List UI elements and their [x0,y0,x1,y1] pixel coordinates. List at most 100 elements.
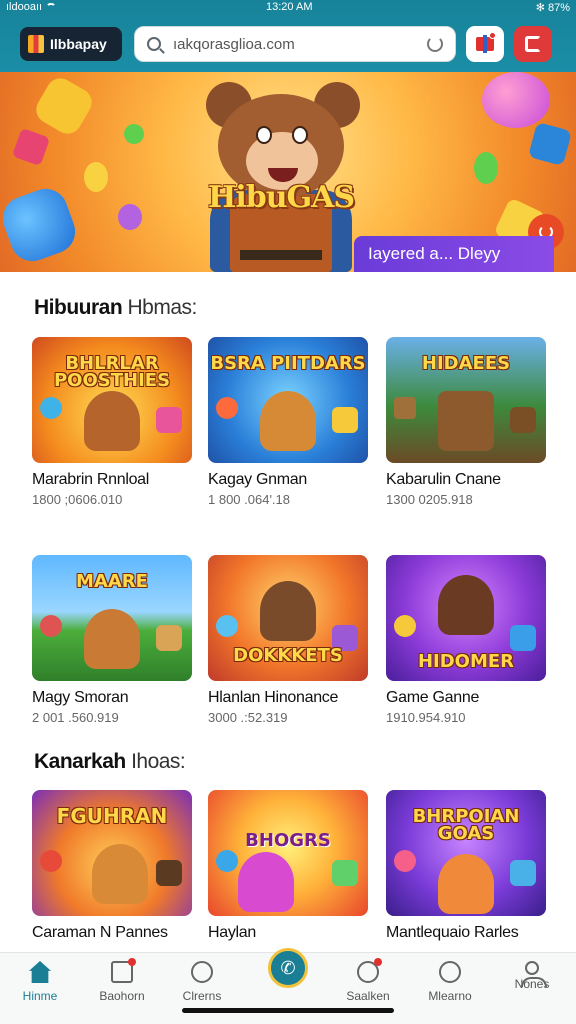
notification-dot [128,958,136,966]
play-tile-decor [0,182,82,268]
game-card[interactable]: DOKKKETS Hlanlan Hinonance 3000 .:52.319 [208,555,368,725]
status-bar: ıldooaıı 13:20 AM ✻ 87% [0,0,576,16]
gift-button[interactable] [466,26,504,62]
game-title: Mantlequaio Rarles [386,924,519,941]
nav-item-profile[interactable]: Nones [496,961,568,991]
decor-shape [11,127,51,167]
decor-shape [394,615,416,637]
decor-shape [510,625,536,651]
decor-shape [31,73,97,139]
heart-icon [191,961,213,983]
nav-label: Baohorn [99,989,145,1003]
bear-character [84,391,140,451]
game-title: Caraman N Pannes [32,924,168,941]
decor-shape [332,407,358,433]
game-card[interactable]: BHOGRS Haylan [208,790,368,942]
game-title: Kagay Gnman [208,471,307,488]
game-card[interactable]: FGUHRAN Caraman N Pannes [32,790,192,942]
decor-shape [216,397,238,419]
exit-icon [525,36,541,52]
nav-label: Hinme [22,989,58,1003]
balloon-decor [84,162,108,192]
monster-character [238,852,294,912]
decor-shape [124,124,144,144]
decor-shape [527,121,573,167]
game-thumbnail: BHLRLAR POOSTHIES [32,337,192,463]
nav-item-home[interactable]: Hinme [4,961,76,1003]
game-card[interactable]: BHRPOIAN GOAS Mantlequaio Rarles [386,790,546,942]
game-thumbnail: HIDAEES [386,337,546,463]
home-icon [29,961,51,983]
decor-shape [156,860,182,886]
game-thumbnail: BHOGRS [208,790,368,916]
nav-item-rewards[interactable]: Mlearno [414,961,486,1003]
game-meta: 2 001 .560.919 [32,710,119,725]
brand-logo[interactable]: Ilbbapay [20,27,122,61]
thumbnail-art-text: BHOGRS [245,830,331,851]
target-icon [357,958,382,983]
logo-icon [28,35,44,53]
mascot-eye [292,126,308,144]
game-card[interactable]: BHLRLAR POOSTHIES Marabrin Rnnloal 1800 … [32,337,192,507]
decor-shape [40,397,62,419]
home-indicator[interactable] [182,1008,394,1013]
mascot-belt [240,250,322,260]
decor-shape [118,204,142,230]
game-title: Magy Smoran [32,689,129,706]
decor-shape [40,615,62,637]
nav-label: Clrerns [182,989,222,1003]
thumbnail-art-text: BHRPOIAN GOAS [412,806,520,844]
section-title: Hibuuran Hbmas: [34,296,197,320]
game-thumbnail: HIDOMER [386,555,546,681]
game-card[interactable]: HIDAEES Kabarulin Cnane 1300 0205.918 [386,337,546,507]
brand-name: Ilbbapay [50,36,107,52]
section-title-bold: Kanarkah [34,750,126,773]
thumbnail-art-text: HIDOMER [417,651,515,672]
game-thumbnail: DOKKKETS [208,555,368,681]
carrier-label: ıldooaıı [6,1,57,13]
game-meta: 1 800 .064'.18 [208,492,290,507]
decor-shape [394,397,416,419]
game-title: Marabrin Rnnloal [32,471,150,488]
thumbnail-art-text: DOKKKETS [233,645,343,666]
game-card[interactable]: HIDOMER Game Ganne 1910.954.910 [386,555,546,725]
mascot-eye [256,126,272,144]
decor-shape [394,850,416,872]
bear-mascot [196,82,366,272]
game-title: Game Ganne [386,689,480,706]
notification-dot [374,958,382,966]
balloon-decor [482,72,550,128]
nav-item-library[interactable]: Baohorn [86,958,158,1003]
nav-label: Saalken [346,989,390,1003]
game-meta: 1910.954.910 [386,710,466,725]
exit-button[interactable] [514,26,552,62]
center-action-button[interactable]: ✆ [268,948,308,988]
search-bar[interactable] [134,26,456,62]
bear-character [92,844,148,904]
decor-shape [216,850,238,872]
carrier-text: ıldooaıı [6,1,43,13]
game-meta: 3000 .:52.319 [208,710,288,725]
thumbnail-art-text: BHLRLAR POOSTHIES [53,353,171,391]
girl-character [438,575,494,635]
wifi-icon [46,3,57,11]
search-input[interactable] [173,35,403,53]
bear-character [84,609,140,669]
user-icon [521,961,547,987]
hero-cta[interactable]: Iayered a... Dleyy [354,236,554,272]
notification-badge [489,32,496,39]
nav-label: Mlearno [428,989,472,1003]
refresh-icon[interactable] [427,36,443,52]
search-icon [147,37,161,51]
book-icon [111,958,136,983]
section-title: Kanarkah Ihoas: [34,750,186,774]
decor-shape [216,615,238,637]
decor-shape [510,407,536,433]
game-card[interactable]: MAARE Magy Smoran 2 001 .560.919 [32,555,192,725]
phone-icon: ✆ [280,958,296,978]
nav-item-favorites[interactable]: Clrerns [166,961,238,1003]
bear-character [260,391,316,451]
nav-item-search[interactable]: Saalken [332,958,404,1003]
game-title: Kabarulin Cnane [386,471,501,488]
game-card[interactable]: BSRA PIITDARS Kagay Gnman 1 800 .064'.18 [208,337,368,507]
